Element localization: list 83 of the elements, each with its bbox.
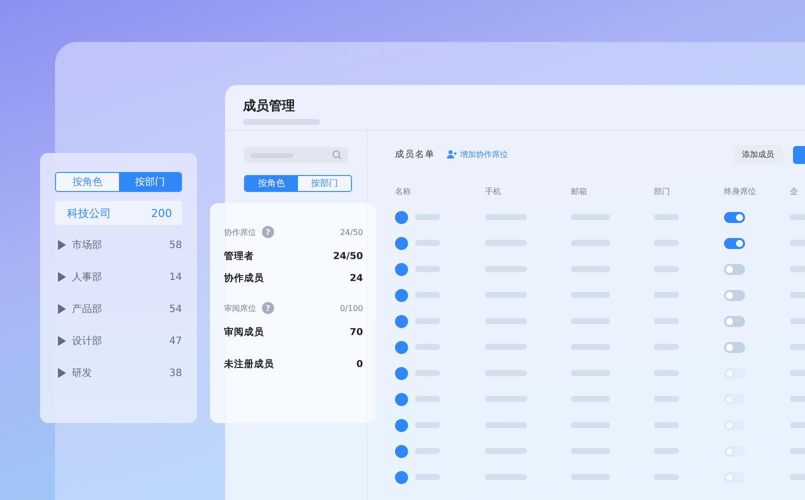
department-name[interactable]: 研发 (72, 366, 92, 380)
expand-triangle-icon[interactable] (58, 240, 66, 250)
member-count: 54 (169, 304, 182, 314)
text-placeholder (654, 214, 679, 220)
page-title: 成员管理 (243, 99, 296, 114)
row-label: 管理者 (224, 250, 254, 262)
tab[interactable]: 按角色 (56, 173, 118, 191)
avatar (395, 444, 408, 458)
member-count: 47 (169, 336, 182, 346)
toggle-switch[interactable] (724, 264, 745, 274)
add-seat-link[interactable]: 增加协作席位 (447, 149, 508, 160)
text-placeholder (571, 266, 610, 272)
toggle-switch[interactable] (724, 290, 745, 300)
text-placeholder (485, 292, 527, 298)
department-name[interactable]: 人事部 (72, 270, 102, 284)
department-name[interactable]: 市场部 (72, 238, 102, 252)
column-header: 部门 (654, 186, 671, 196)
column-header: 企 (790, 186, 799, 196)
member-count: 38 (169, 368, 182, 378)
text-placeholder (415, 318, 440, 324)
company-name: 科技公司 (67, 206, 111, 220)
column-header: 终身席位 (724, 186, 757, 196)
avatar (395, 210, 408, 224)
expand-triangle-icon[interactable] (58, 272, 66, 282)
toggle-switch[interactable] (724, 212, 745, 222)
avatar (395, 366, 408, 380)
text-placeholder (571, 214, 610, 220)
avatar (395, 340, 408, 354)
text-placeholder (485, 214, 527, 220)
row-value: 24 (350, 272, 363, 284)
text-placeholder (485, 240, 527, 246)
text-placeholder (571, 292, 610, 298)
row-label: 未注册成员 (224, 358, 274, 370)
member-count: 200 (151, 206, 172, 220)
row-value: 0 (356, 358, 363, 370)
text-placeholder (485, 266, 527, 272)
text-placeholder (654, 266, 679, 272)
help-icon[interactable]: ? (262, 302, 274, 314)
primary-button[interactable] (793, 146, 805, 164)
avatar (395, 236, 408, 250)
toggle-switch[interactable] (724, 238, 745, 248)
column-header: 手机 (485, 186, 502, 196)
text-placeholder (415, 292, 440, 298)
member-count: 58 (169, 240, 182, 250)
text-placeholder (415, 240, 440, 246)
text-placeholder (415, 214, 440, 220)
avatar (395, 418, 408, 432)
tab[interactable]: 按部门 (298, 176, 351, 191)
company-row[interactable]: 科技公司 200 (55, 201, 182, 225)
text-placeholder (571, 240, 610, 246)
section-title: 协作席位 (224, 226, 256, 238)
row-value: 70 (350, 326, 363, 338)
add-user-icon (447, 150, 457, 159)
help-icon[interactable]: ? (262, 226, 274, 238)
list-title: 成员名单 (395, 148, 435, 161)
search-icon (332, 150, 342, 160)
avatar (395, 314, 408, 328)
avatar (395, 470, 408, 484)
column-header: 名称 (395, 186, 412, 196)
tab[interactable]: 按部门 (118, 173, 181, 191)
column-header: 邮箱 (571, 186, 588, 196)
expand-triangle-icon[interactable] (58, 304, 66, 314)
avatar (395, 288, 408, 302)
department-name[interactable]: 产品部 (72, 302, 102, 316)
row-label: 审阅成员 (224, 326, 264, 338)
section-title: 审阅席位 (224, 302, 256, 314)
department-name[interactable]: 设计部 (72, 334, 102, 348)
text-placeholder (415, 266, 440, 272)
avatar (395, 392, 408, 406)
toggle-switch[interactable] (724, 316, 745, 326)
avatar (395, 262, 408, 276)
search-field[interactable] (244, 147, 348, 163)
add-member-button[interactable]: 添加成员 (733, 145, 783, 164)
expand-triangle-icon[interactable] (58, 336, 66, 346)
text-placeholder (654, 240, 679, 246)
row-label: 协作成员 (224, 272, 264, 284)
seat-usage: 0/100 (340, 304, 363, 312)
seat-usage: 24/50 (340, 228, 363, 236)
row-value: 24/50 (333, 250, 363, 262)
expand-triangle-icon[interactable] (58, 368, 66, 378)
toggle-switch[interactable] (724, 342, 745, 352)
member-count: 14 (169, 272, 182, 282)
tab[interactable]: 按角色 (245, 176, 298, 191)
